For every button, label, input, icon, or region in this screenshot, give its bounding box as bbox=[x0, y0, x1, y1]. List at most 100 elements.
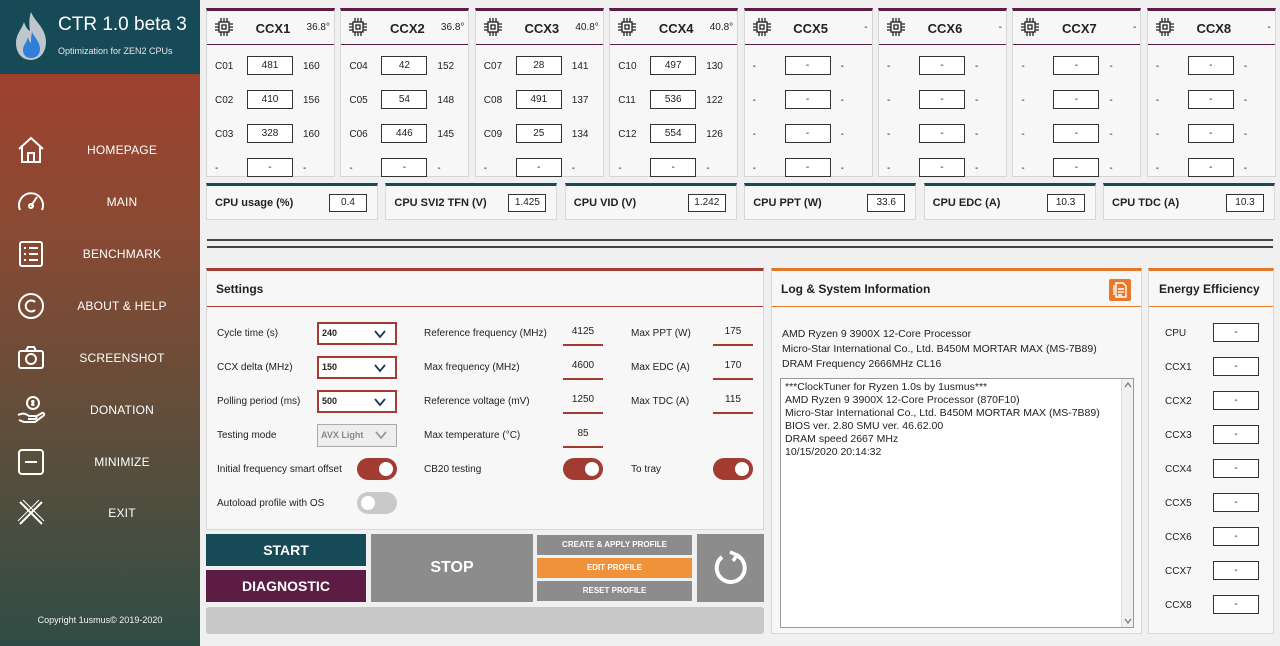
core-frequency: - bbox=[571, 163, 576, 174]
stop-button[interactable]: STOP bbox=[371, 534, 533, 602]
board-info: Micro-Star International Co., Ltd. B450M… bbox=[782, 343, 1097, 355]
ccx-divider bbox=[475, 44, 603, 45]
metric-value: 33.6 bbox=[867, 194, 906, 212]
energy-value: - bbox=[1213, 493, 1259, 512]
nav-benchmark[interactable]: BENCHMARK bbox=[0, 232, 200, 276]
log-line: ***ClockTuner for Ryzen 1.0s by 1usmus**… bbox=[785, 381, 988, 393]
max-freq-input[interactable]: 4600 bbox=[563, 358, 603, 380]
ccx-delta-select[interactable]: 150 bbox=[317, 356, 397, 379]
core-value-box: 491 bbox=[515, 90, 562, 109]
cpu-chip-icon bbox=[1021, 18, 1040, 36]
cycle-time-select[interactable]: 240 bbox=[317, 322, 397, 345]
core-frequency: - bbox=[706, 163, 710, 174]
energy-value: - bbox=[1213, 459, 1259, 478]
max-ppt-input[interactable]: 175 bbox=[713, 324, 753, 346]
nav-homepage[interactable]: HOMEPAGE bbox=[0, 128, 200, 172]
energy-divider bbox=[1149, 306, 1273, 307]
ccx-temperature: - bbox=[998, 22, 1002, 33]
nav-donation[interactable]: DONATION bbox=[0, 388, 200, 432]
core-name: - bbox=[752, 61, 756, 72]
nav-screenshot[interactable]: SCREENSHOT bbox=[0, 336, 200, 380]
nav-label: EXIT bbox=[108, 506, 136, 520]
nav-main[interactable]: MAIN bbox=[0, 180, 200, 224]
smart-offset-label: Initial frequency smart offset bbox=[217, 464, 342, 475]
ccx-name: CCX4 bbox=[658, 21, 694, 36]
testing-mode-select[interactable]: AVX Light bbox=[317, 424, 397, 447]
core-value-box: - bbox=[1187, 90, 1234, 109]
cb20-label: CB20 testing bbox=[424, 464, 482, 475]
ccx-panel-2: CCX2 36.8° C04 42 152 C05 54 148 C06 446 145- - - bbox=[340, 8, 470, 177]
create-apply-profile-button[interactable]: CREATE & APPLY PROFILE bbox=[537, 535, 692, 555]
edit-profile-button[interactable]: EDIT PROFILE bbox=[537, 558, 692, 578]
start-button[interactable]: START bbox=[206, 534, 366, 566]
core-frequency: - bbox=[437, 163, 441, 174]
ccx-temperature: - bbox=[864, 22, 868, 33]
toggle-knob bbox=[735, 462, 749, 476]
core-frequency: 148 bbox=[437, 95, 455, 106]
max-edc-label: Max EDC (A) bbox=[631, 362, 690, 373]
autoload-toggle[interactable] bbox=[357, 492, 397, 514]
core-frequency: - bbox=[1109, 163, 1113, 174]
core-name: - bbox=[752, 129, 756, 140]
max-ppt-label: Max PPT (W) bbox=[631, 328, 691, 339]
nav-label: SCREENSHOT bbox=[79, 351, 165, 365]
scroll-down-icon[interactable] bbox=[1124, 617, 1132, 625]
home-icon bbox=[18, 136, 44, 163]
smart-offset-toggle[interactable] bbox=[357, 458, 397, 480]
refresh-button[interactable] bbox=[697, 534, 764, 602]
core-row: --- bbox=[1148, 56, 1275, 78]
ref-volt-input[interactable]: 1250 bbox=[563, 392, 603, 414]
ccx-panel-1: CCX1 36.8° C01 481 160 C02 410 156 C03 328 160- - - bbox=[206, 8, 335, 177]
max-temp-input[interactable]: 85 bbox=[563, 426, 603, 448]
polling-period-select[interactable]: 500 bbox=[317, 390, 397, 413]
cb20-toggle[interactable] bbox=[563, 458, 603, 480]
core-name: C12 bbox=[618, 129, 637, 140]
energy-row: CCX8 - bbox=[1149, 595, 1273, 617]
core-value-box: - bbox=[1187, 124, 1234, 143]
diagnostic-button[interactable]: DIAGNOSTIC bbox=[206, 570, 366, 602]
log-scrollbar[interactable] bbox=[1121, 379, 1133, 627]
max-edc-input[interactable]: 170 bbox=[713, 358, 753, 380]
metric-label: CPU EDC (A) bbox=[932, 197, 1001, 209]
core-frequency: 160 bbox=[303, 129, 320, 140]
nav-exit[interactable]: EXIT bbox=[0, 491, 200, 535]
cycle-time-label: Cycle time (s) bbox=[217, 328, 279, 339]
core-value-box: - bbox=[1053, 124, 1100, 143]
core-frequency: - bbox=[1109, 95, 1113, 106]
metric-box: CPU PPT (W) 33.6 bbox=[744, 183, 917, 220]
copyright-icon bbox=[18, 293, 44, 319]
core-row: --- bbox=[879, 90, 1006, 112]
ccx-name: CCX5 bbox=[793, 21, 828, 36]
metric-box: CPU SVI2 TFN (V) 1.425 bbox=[385, 183, 558, 220]
ccx-delta-value: 150 bbox=[322, 362, 338, 372]
core-name: C06 bbox=[349, 129, 368, 140]
core-value-box: - bbox=[784, 90, 831, 109]
cpu-chip-icon bbox=[1155, 18, 1174, 36]
core-value-box: 54 bbox=[381, 90, 428, 109]
log-textarea[interactable]: ***ClockTuner for Ryzen 1.0s by 1usmus**… bbox=[780, 378, 1134, 628]
nav-about-help[interactable]: ABOUT & HELP bbox=[0, 284, 200, 328]
chevron-down-icon bbox=[374, 364, 386, 373]
to-tray-toggle[interactable] bbox=[713, 458, 753, 480]
ccx-divider bbox=[207, 44, 334, 45]
ccx-temperature: 40.8° bbox=[575, 22, 599, 33]
nav-minimize[interactable]: MINIMIZE bbox=[0, 440, 200, 484]
polling-period-value: 500 bbox=[322, 396, 338, 406]
reset-profile-button[interactable]: RESET PROFILE bbox=[537, 581, 692, 601]
core-frequency: - bbox=[1243, 129, 1248, 140]
ref-freq-input[interactable]: 4125 bbox=[563, 324, 603, 346]
energy-label: CCX5 bbox=[1165, 498, 1192, 509]
cpu-info: AMD Ryzen 9 3900X 12-Core Processor bbox=[782, 328, 972, 340]
core-row: --- bbox=[1013, 158, 1140, 180]
core-value-box: - bbox=[1053, 90, 1100, 109]
export-log-button[interactable] bbox=[1109, 279, 1131, 301]
max-tdc-input[interactable]: 115 bbox=[713, 392, 753, 414]
core-frequency: 141 bbox=[571, 61, 589, 72]
metric-label: CPU VID (V) bbox=[573, 197, 637, 209]
core-value-box: - bbox=[919, 158, 965, 177]
core-value-box: 446 bbox=[381, 124, 428, 143]
core-frequency: - bbox=[303, 163, 307, 174]
cycle-time-value: 240 bbox=[322, 328, 338, 338]
metric-box: CPU VID (V) 1.242 bbox=[564, 183, 737, 220]
scroll-up-icon[interactable] bbox=[1124, 381, 1132, 389]
